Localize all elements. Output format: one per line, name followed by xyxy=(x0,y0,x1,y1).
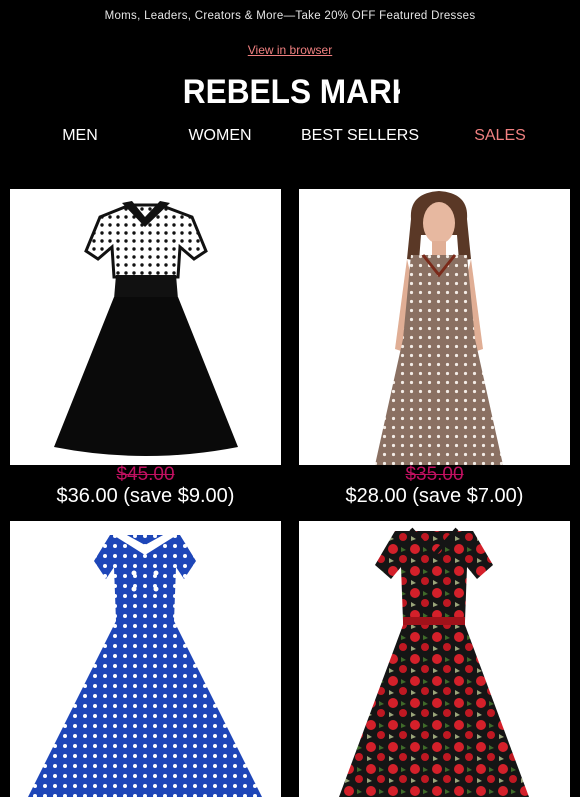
brown-polka-dot-dress-image[interactable] xyxy=(299,189,570,465)
black-polka-dot-dress-image[interactable] xyxy=(10,189,281,465)
product-card[interactable]: $35.00 $28.00 (save $7.00) xyxy=(299,189,570,507)
product-card[interactable] xyxy=(10,521,281,797)
nav-sales[interactable]: SALES xyxy=(430,121,570,151)
nav-men[interactable]: MEN xyxy=(10,121,150,151)
view-in-browser-link[interactable]: View in browser xyxy=(248,43,332,57)
banner-text: Moms, Leaders, Creators & More—Take 20% … xyxy=(104,10,476,22)
main-nav: MEN WOMEN BEST SELLERS SALES xyxy=(0,121,580,151)
product-card[interactable] xyxy=(299,521,570,797)
red-rose-print-dress-image[interactable] xyxy=(299,521,570,797)
nav-best-sellers[interactable]: BEST SELLERS xyxy=(290,121,430,151)
nav-women[interactable]: WOMEN xyxy=(150,121,290,151)
sale-price: $28.00 (save $7.00) xyxy=(345,485,524,507)
product-card[interactable]: $45.00 $36.00 (save $9.00) xyxy=(10,189,281,507)
promo-banner: Moms, Leaders, Creators & More—Take 20% … xyxy=(0,0,580,32)
original-price: $45.00 xyxy=(116,464,175,485)
original-price: $35.00 xyxy=(405,464,464,485)
blue-polka-dot-dress-image[interactable] xyxy=(10,521,281,797)
logo-wordmark: REBELS MARKET xyxy=(183,72,400,110)
logo-text: REBELS MARKET xyxy=(183,72,400,110)
sale-price: $36.00 (save $9.00) xyxy=(56,485,235,507)
view-in-browser-row: View in browser xyxy=(0,43,580,57)
rebels-market-logo[interactable]: REBELS MARKET xyxy=(0,63,580,113)
